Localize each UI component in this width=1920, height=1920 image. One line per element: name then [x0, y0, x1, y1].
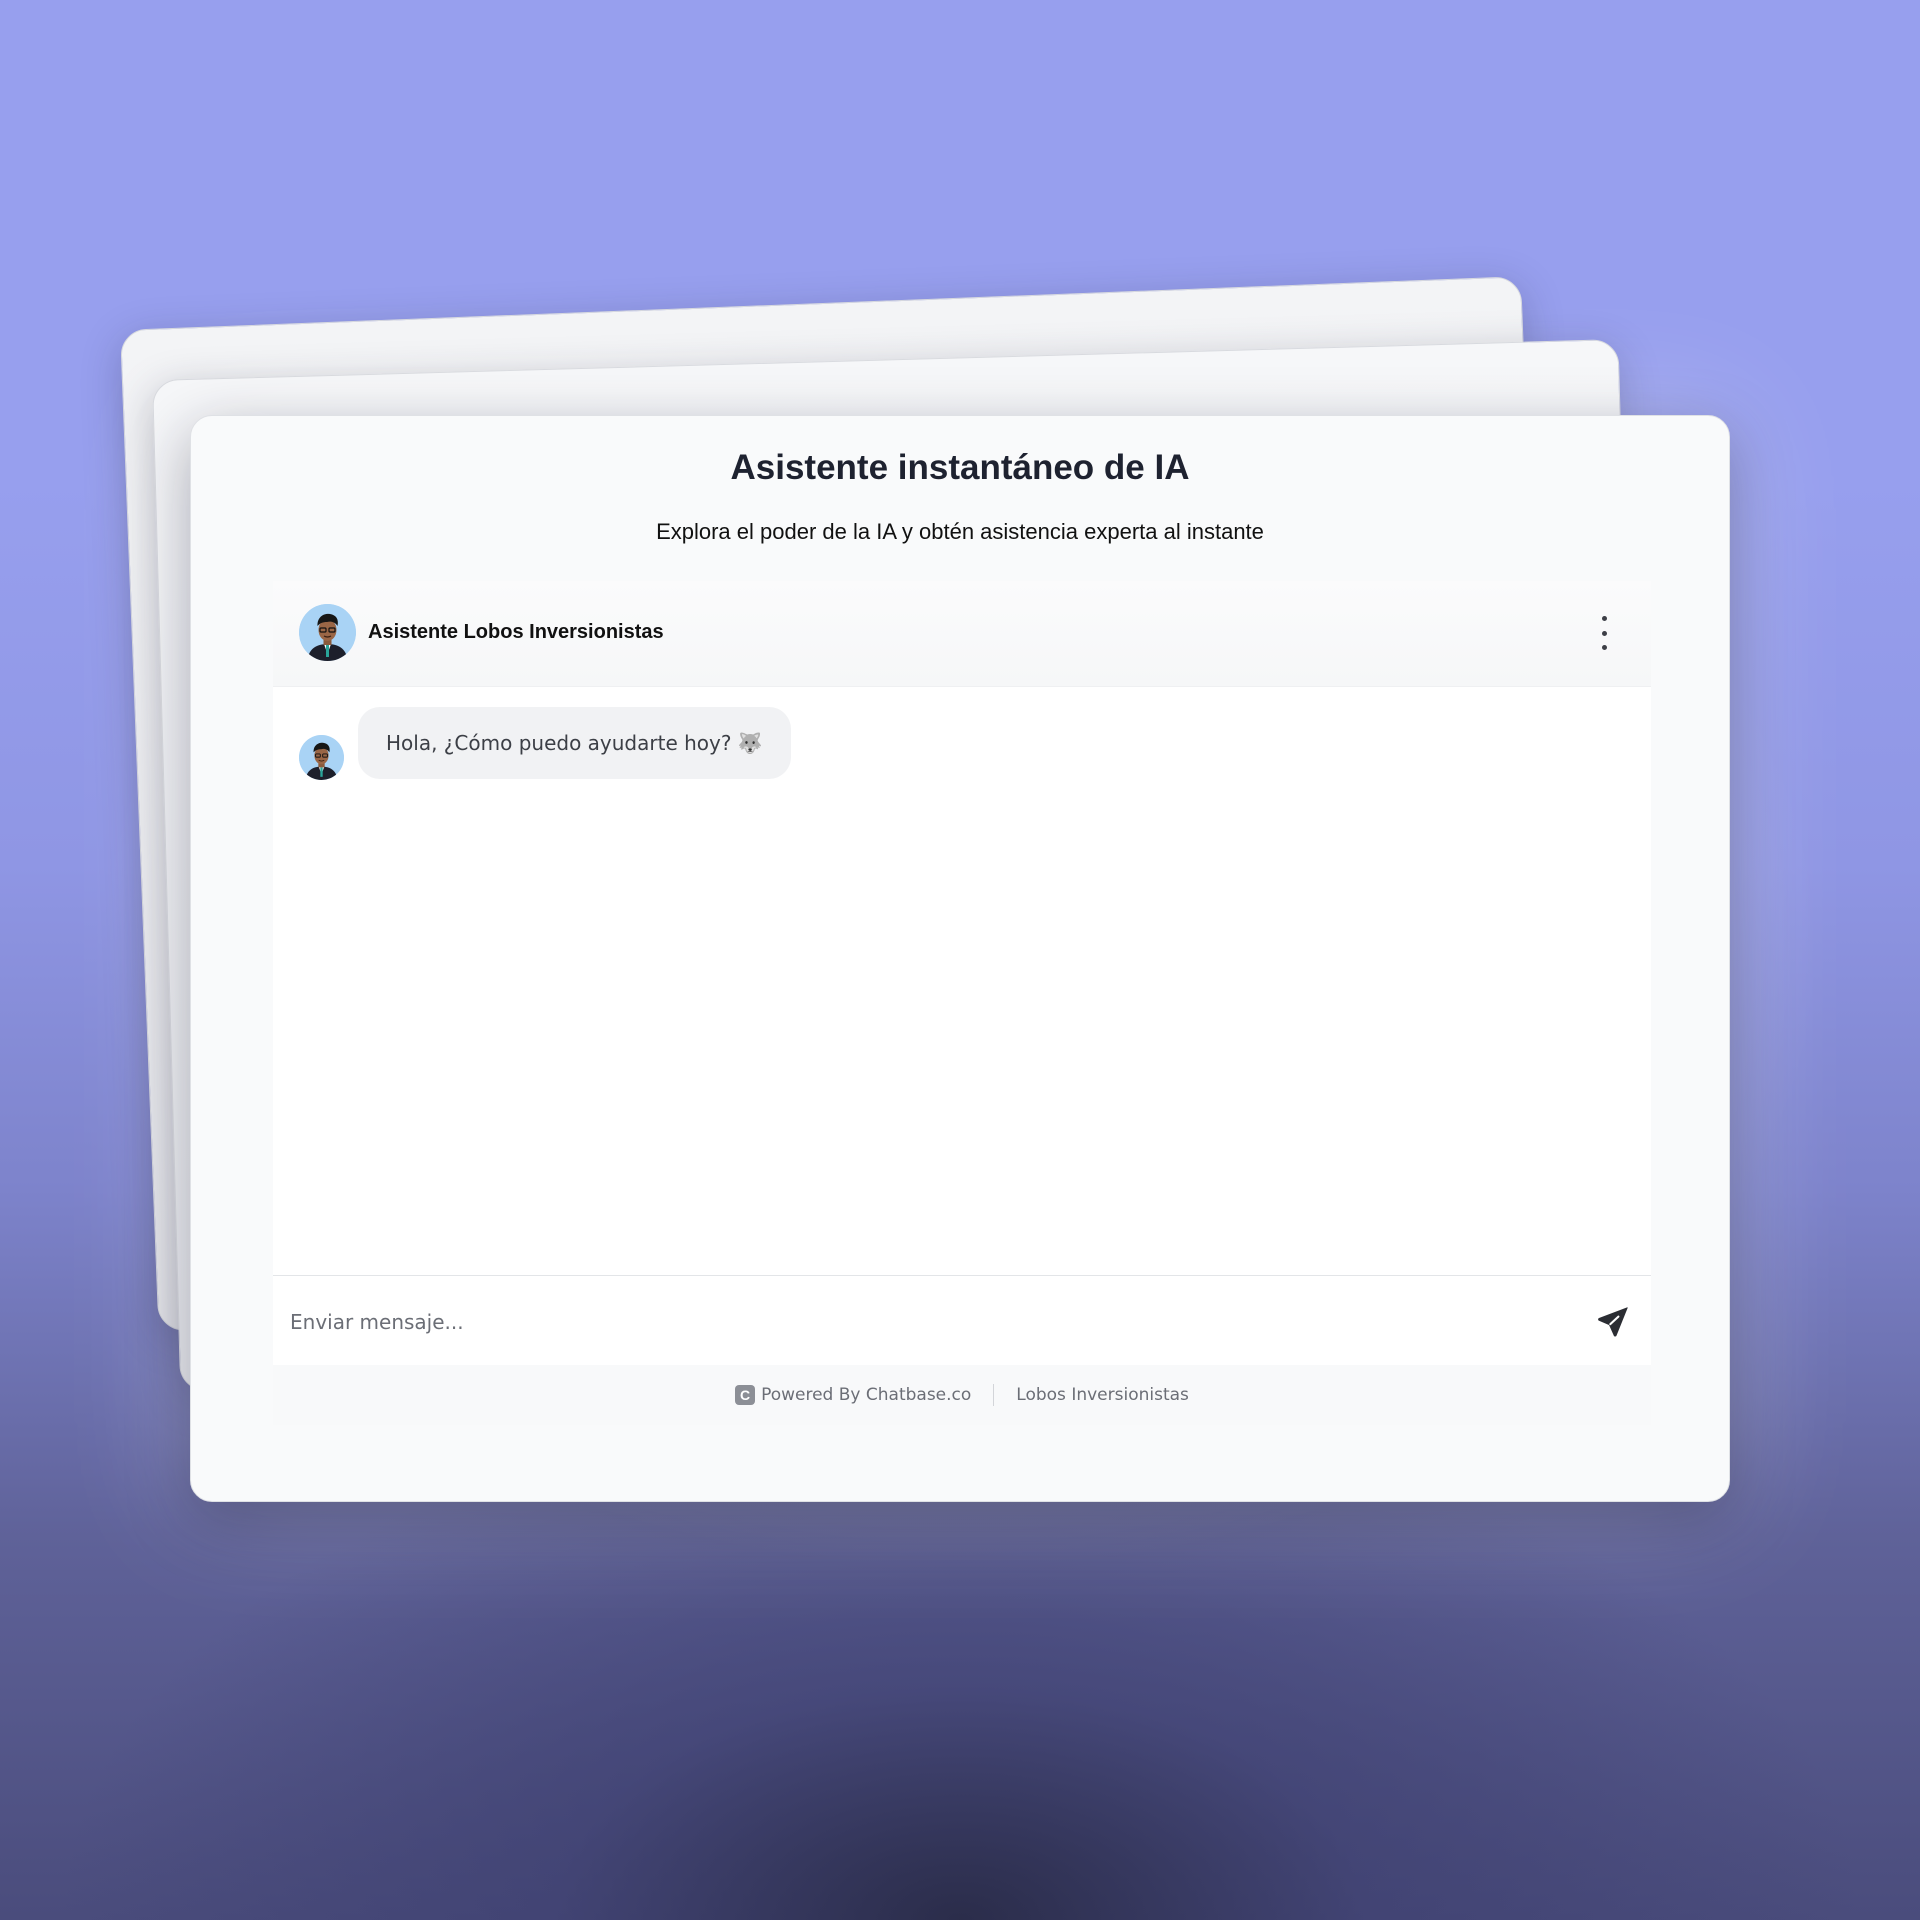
bot-avatar	[299, 604, 356, 661]
kebab-menu-icon[interactable]	[1597, 616, 1611, 650]
footer-divider	[993, 1384, 995, 1406]
page-subtitle: Explora el poder de la IA y obtén asiste…	[656, 519, 1264, 544]
avatar-illustration-icon	[299, 735, 344, 780]
chat-header: Asistente Lobos Inversionistas	[273, 581, 1651, 687]
powered-by-link[interactable]: C Powered By Chatbase.co	[735, 1385, 971, 1405]
message-input[interactable]	[288, 1298, 1542, 1346]
chat-footer: C Powered By Chatbase.co Lobos Inversion…	[273, 1365, 1651, 1425]
chatbase-logo-icon: C	[735, 1385, 756, 1405]
menu-dot	[1601, 630, 1607, 636]
main-card: Asistente instantáneo de IA Explora el p…	[190, 415, 1730, 1502]
menu-dot	[1601, 616, 1607, 621]
brand-link[interactable]: Lobos Inversionistas	[1016, 1385, 1189, 1405]
bot-message-bubble: Hola, ¿Cómo puedo ayudarte hoy? 🐺	[358, 707, 791, 779]
send-button[interactable]	[1595, 1304, 1631, 1340]
message-composer	[273, 1275, 1651, 1366]
page-title: Asistente instantáneo de IA	[730, 448, 1190, 487]
send-icon	[1598, 1307, 1628, 1337]
chat-widget: Asistente Lobos Inversionistas Hola, ¿Có…	[273, 581, 1651, 1425]
message-avatar	[299, 735, 344, 780]
menu-dot	[1601, 645, 1607, 650]
bot-name: Asistente Lobos Inversionistas	[368, 621, 664, 643]
avatar-illustration-icon	[299, 604, 356, 661]
powered-by-text: Powered By Chatbase.co	[761, 1385, 972, 1405]
